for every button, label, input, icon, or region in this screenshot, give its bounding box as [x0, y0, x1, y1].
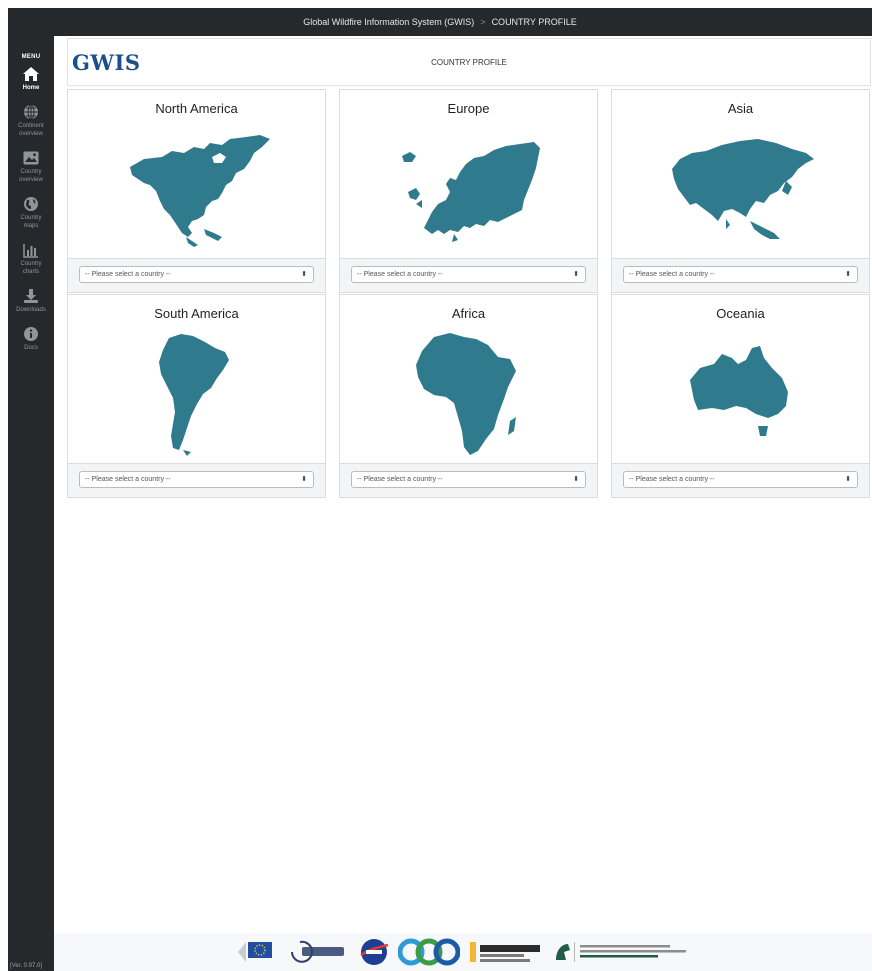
system-title: Global Wildfire Information System (GWIS…	[303, 17, 475, 27]
country-select[interactable]: -- Please select a country -- ⬍	[623, 471, 858, 488]
oceania-map[interactable]	[612, 323, 869, 465]
sidebar-item-country-charts[interactable]: Country charts	[8, 240, 54, 276]
continent-card-africa: Africa -- Please select a country -- ⬍	[339, 294, 598, 498]
select-arrows-icon: ⬍	[573, 476, 579, 483]
country-select-placeholder: -- Please select a country --	[357, 271, 443, 278]
country-select[interactable]: -- Please select a country -- ⬍	[351, 471, 586, 488]
sidebar-item-label: Downloads	[16, 307, 46, 313]
card-footer: -- Please select a country -- ⬍	[68, 258, 325, 292]
app-root: Global Wildfire Information System (GWIS…	[0, 0, 872, 971]
top-bar: Global Wildfire Information System (GWIS…	[8, 8, 872, 36]
info-icon	[19, 324, 43, 344]
copernicus-logo[interactable]	[286, 938, 350, 966]
country-select[interactable]: -- Please select a country -- ⬍	[623, 266, 858, 283]
card-footer: -- Please select a country -- ⬍	[612, 463, 869, 497]
country-select[interactable]: -- Please select a country -- ⬍	[351, 266, 586, 283]
africa-map[interactable]	[340, 323, 597, 465]
country-select[interactable]: -- Please select a country -- ⬍	[79, 471, 314, 488]
continent-card-north-america: North America -- Please select a country…	[67, 89, 326, 293]
globe-grid-icon	[19, 102, 43, 122]
globe-icon	[19, 194, 43, 214]
asia-map[interactable]	[612, 118, 869, 260]
michigan-state-geography-logo[interactable]	[552, 938, 690, 966]
sidebar-item-label: Country overview	[19, 169, 43, 183]
country-select-placeholder: -- Please select a country --	[85, 271, 171, 278]
card-footer: -- Please select a country -- ⬍	[340, 258, 597, 292]
continent-title: Asia	[727, 101, 754, 116]
breadcrumb-page: COUNTRY PROFILE	[491, 17, 577, 27]
nasa-logo[interactable]	[358, 937, 390, 967]
continent-title: Africa	[451, 306, 486, 321]
sidebar: MENU Home Continent overview Country ove…	[8, 36, 54, 971]
sidebar-item-country-overview[interactable]: Country overview	[8, 148, 54, 184]
card-footer: -- Please select a country -- ⬍	[340, 463, 597, 497]
bar-chart-icon	[19, 240, 43, 260]
sidebar-item-downloads[interactable]: Downloads	[8, 286, 54, 314]
card-footer: -- Please select a country -- ⬍	[612, 258, 869, 292]
university-of-idaho-logo[interactable]	[468, 939, 544, 965]
menu-label: MENU	[21, 54, 41, 60]
breadcrumb-separator: >	[480, 17, 486, 27]
european-commission-logo[interactable]	[236, 938, 278, 966]
country-select-placeholder: -- Please select a country --	[85, 476, 171, 483]
continent-card-south-america: South America -- Please select a country…	[67, 294, 326, 498]
country-select-placeholder: -- Please select a country --	[629, 271, 715, 278]
home-icon	[19, 64, 43, 84]
sidebar-item-label: Country charts	[20, 261, 42, 275]
continent-card-europe: Europe -- Please select a country -- ⬍	[339, 89, 598, 293]
sidebar-item-docs[interactable]: Docs	[8, 324, 54, 352]
version-label: [Ver. 0.97.0]	[10, 963, 43, 969]
sidebar-item-label: Continent overview	[18, 123, 44, 137]
country-select[interactable]: -- Please select a country -- ⬍	[79, 266, 314, 283]
europe-map[interactable]	[340, 118, 597, 260]
continent-title: Europe	[447, 101, 490, 116]
sidebar-item-label: Home	[22, 85, 40, 91]
select-arrows-icon: ⬍	[845, 271, 851, 278]
image-icon	[19, 148, 43, 168]
sidebar-item-country-maps[interactable]: Country maps	[8, 194, 54, 230]
select-arrows-icon: ⬍	[845, 476, 851, 483]
download-icon	[19, 286, 43, 306]
card-footer: -- Please select a country -- ⬍	[68, 463, 325, 497]
sidebar-item-label: Country maps	[20, 215, 42, 229]
south-america-map[interactable]	[68, 323, 325, 465]
page-header: GWIS COUNTRY PROFILE	[67, 38, 871, 86]
geo-logo[interactable]	[398, 937, 460, 967]
north-america-map[interactable]	[68, 118, 325, 260]
country-select-placeholder: -- Please select a country --	[629, 476, 715, 483]
partner-logos	[54, 933, 872, 971]
continent-title: North America	[155, 101, 238, 116]
sidebar-item-label: Docs	[24, 345, 38, 351]
select-arrows-icon: ⬍	[573, 271, 579, 278]
select-arrows-icon: ⬍	[301, 476, 307, 483]
continent-title: Oceania	[716, 306, 765, 321]
sidebar-item-home[interactable]: Home	[8, 64, 54, 92]
page-title: COUNTRY PROFILE	[431, 58, 507, 67]
country-select-placeholder: -- Please select a country --	[357, 476, 443, 483]
select-arrows-icon: ⬍	[301, 271, 307, 278]
sidebar-item-continent-overview[interactable]: Continent overview	[8, 102, 54, 138]
continent-title: South America	[154, 306, 239, 321]
continent-card-oceania: Oceania -- Please select a country -- ⬍	[611, 294, 870, 498]
continent-card-asia: Asia -- Please select a country -- ⬍	[611, 89, 870, 293]
